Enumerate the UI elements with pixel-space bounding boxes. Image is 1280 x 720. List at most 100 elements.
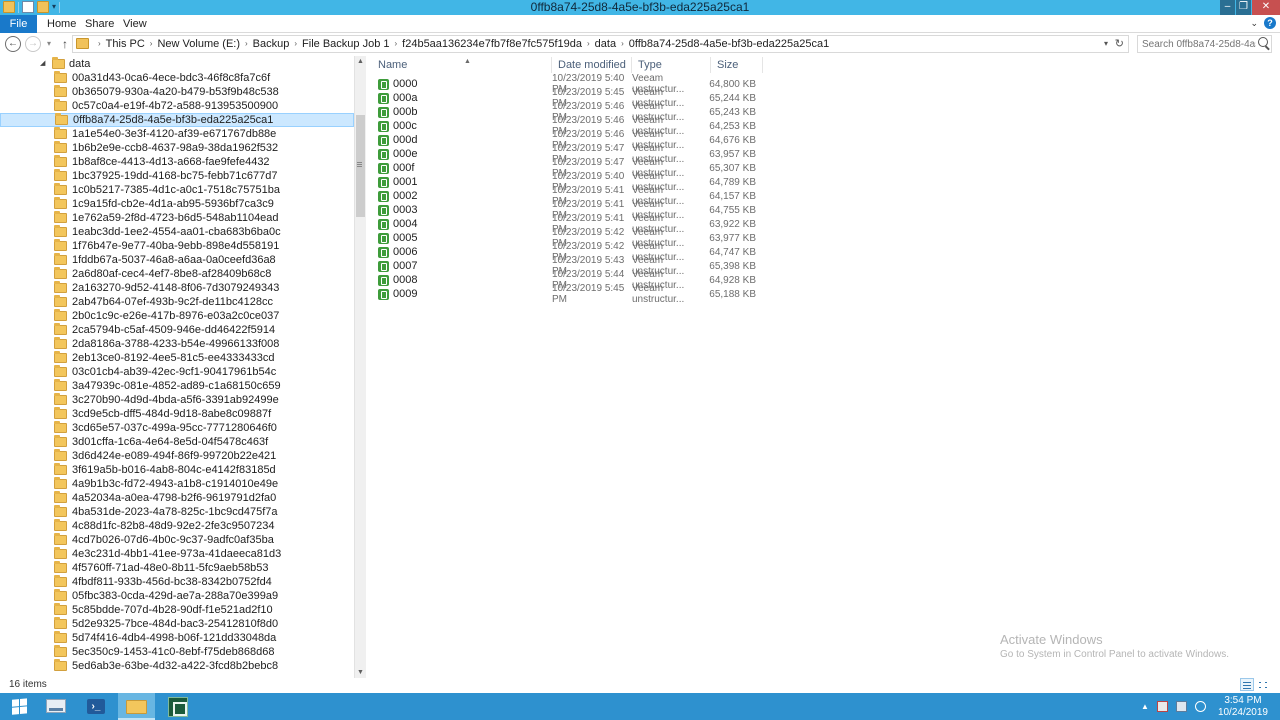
help-icon[interactable]: ?: [1264, 17, 1276, 29]
tree-item-folder[interactable]: 4fbdf811-933b-456d-bc38-8342b0752fd4: [0, 575, 354, 589]
large-icons-view-icon[interactable]: [1256, 678, 1270, 691]
breadcrumb-data[interactable]: data: [595, 36, 616, 52]
tree-item-folder[interactable]: 2a163270-9d52-4148-8f06-7d3079249343: [0, 281, 354, 295]
tab-share[interactable]: Share: [85, 15, 114, 33]
breadcrumb-chevron-icon[interactable]: ›: [389, 36, 402, 52]
network-icon[interactable]: [1156, 701, 1168, 712]
veeam-console-button[interactable]: [160, 693, 197, 720]
breadcrumb-backup[interactable]: Backup: [253, 36, 290, 52]
breadcrumb-chevron-icon[interactable]: ›: [616, 36, 629, 52]
powershell-button[interactable]: ›_: [78, 693, 115, 720]
speaker-icon[interactable]: [1194, 701, 1206, 712]
tree-item-folder[interactable]: 1f76b47e-9e77-40ba-9ebb-898e4d558191: [0, 239, 354, 253]
forward-arrow-icon[interactable]: →: [25, 36, 41, 52]
search-icon[interactable]: [1258, 37, 1268, 47]
close-button[interactable]: ✕: [1252, 0, 1280, 15]
tree-item-folder[interactable]: 5d2e9325-7bce-484d-bac3-25412810f8d0: [0, 617, 354, 631]
tree-item-folder[interactable]: 3c270b90-4d9d-4bda-a5f6-3391ab92499e: [0, 393, 354, 407]
tree-item-folder[interactable]: 4a52034a-a0ea-4798-b2f6-9619791d2fa0: [0, 491, 354, 505]
tree-item-folder[interactable]: 0b365079-930a-4a20-b479-b53f9b48c538: [0, 85, 354, 99]
tree-item-folder[interactable]: 3a47939c-081e-4852-ad89-c1a68150c659: [0, 379, 354, 393]
nav-scrollbar[interactable]: ▲ ▼: [354, 56, 366, 678]
address-dropdown-chevron-icon[interactable]: ▾: [1104, 36, 1108, 52]
scroll-down-arrow-icon[interactable]: ▼: [355, 667, 366, 678]
up-arrow-icon[interactable]: ↑: [57, 36, 73, 52]
search-input[interactable]: [1138, 36, 1256, 52]
scroll-up-arrow-icon[interactable]: ▲: [355, 56, 366, 67]
tree-item-folder[interactable]: 4cd7b026-07d6-4b0c-9c37-9adfc0af35ba: [0, 533, 354, 547]
recent-locations-chevron-icon[interactable]: ▾: [44, 36, 54, 52]
tree-item-folder[interactable]: 3cd65e57-037c-499a-95cc-7771280646f0: [0, 421, 354, 435]
tree-item-folder[interactable]: 2eb13ce0-8192-4ee5-81c5-ee4333433cd: [0, 351, 354, 365]
tree-item-folder[interactable]: 1fddb67a-5037-46a8-a6aa-0a0ceefd36a8: [0, 253, 354, 267]
breadcrumb-job-id[interactable]: f24b5aa136234e7fb7f8e7fc575f19da: [402, 36, 582, 52]
veeam-file-icon: [378, 288, 389, 300]
search-box[interactable]: [1137, 35, 1272, 53]
tree-item-folder[interactable]: 1e762a59-2f8d-4723-b6d5-548ab1104ead: [0, 211, 354, 225]
tree-item-folder[interactable]: 0ffb8a74-25d8-4a5e-bf3b-eda225a25ca1: [0, 113, 354, 127]
tree-item-folder[interactable]: 3d6d424e-e089-494f-86f9-99720b22e421: [0, 449, 354, 463]
breadcrumb-current-folder[interactable]: 0ffb8a74-25d8-4a5e-bf3b-eda225a25ca1: [629, 36, 829, 52]
tree-item-folder[interactable]: 1c0b5217-7385-4d1c-a0c1-7518c75751ba: [0, 183, 354, 197]
breadcrumb-chevron-icon[interactable]: ›: [93, 36, 106, 52]
tree-item-folder[interactable]: 00a31d43-0ca6-4ece-bdc3-46f8c8fa7c6f: [0, 71, 354, 85]
breadcrumb-chevron-icon[interactable]: ›: [145, 36, 158, 52]
tree-item-folder[interactable]: 1b8af8ce-4413-4d13-a668-fae9fefe4432: [0, 155, 354, 169]
breadcrumb-new-volume[interactable]: New Volume (E:): [157, 36, 240, 52]
tree-item-folder[interactable]: 5d74f416-4db4-4998-b06f-121dd33048da: [0, 631, 354, 645]
address-bar[interactable]: › This PC › New Volume (E:) › Backup › F…: [72, 35, 1129, 53]
tree-item-folder[interactable]: 4a9b1b3c-fd72-4943-a1b8-c1914010e49e: [0, 477, 354, 491]
clock[interactable]: 3:54 PM 10/24/2019: [1218, 695, 1268, 719]
expand-ribbon-chevron-icon[interactable]: ⌄: [1250, 18, 1258, 29]
tree-item-folder[interactable]: 2ab47b64-07ef-493b-9c2f-de11bc4128cc: [0, 295, 354, 309]
tree-item-folder[interactable]: 1b6b2e9e-ccb8-4637-98a9-38da1962f532: [0, 141, 354, 155]
tab-view[interactable]: View: [123, 15, 147, 33]
column-header-name[interactable]: Name ▲: [372, 57, 552, 73]
tree-item-folder[interactable]: 5ed6ab3e-63be-4d32-a422-3fcd8b2bebc8: [0, 659, 354, 673]
tree-item-folder[interactable]: 4e3c231d-4bb1-41ee-973a-41daeeca81d3: [0, 547, 354, 561]
file-explorer-button[interactable]: [118, 693, 155, 720]
server-manager-button[interactable]: [38, 693, 75, 720]
minimize-button[interactable]: –: [1220, 0, 1235, 15]
breadcrumb-chevron-icon[interactable]: ›: [289, 36, 302, 52]
tree-item-folder[interactable]: 5ec350c9-1453-41c0-8ebf-f75deb868d68: [0, 645, 354, 659]
column-header-type[interactable]: Type: [632, 57, 711, 73]
breadcrumb-chevron-icon[interactable]: ›: [582, 36, 595, 52]
tree-item-folder[interactable]: 5c85bdde-707d-4b28-90df-f1e521ad2f10: [0, 603, 354, 617]
column-header-size[interactable]: Size: [711, 57, 763, 73]
ribbon-tabs: File Home Share View ⌄ ?: [0, 15, 1280, 33]
breadcrumb-file-backup-job[interactable]: File Backup Job 1: [302, 36, 389, 52]
file-row[interactable]: 0009 10/23/2019 5:45 PM Veeam unstructur..…: [372, 283, 756, 305]
breadcrumb-chevron-icon[interactable]: ›: [240, 36, 253, 52]
collapse-triangle-icon[interactable]: ◢: [40, 57, 48, 71]
tree-item-folder[interactable]: 4f5760ff-71ad-48e0-8b11-5fc9aeb58b53: [0, 561, 354, 575]
action-center-icon[interactable]: [1175, 701, 1187, 712]
tree-item-folder[interactable]: 03c01cb4-ab39-42ec-9cf1-90417961b54c: [0, 365, 354, 379]
tree-item-folder[interactable]: 0c57c0a4-e19f-4b72-a588-913953500900: [0, 99, 354, 113]
tree-item-folder[interactable]: 4ba531de-2023-4a78-825c-1bc9cd475f7a: [0, 505, 354, 519]
tab-file[interactable]: File: [0, 15, 37, 33]
tree-item-folder[interactable]: 3cd9e5cb-dff5-484d-9d18-8abe8c09887f: [0, 407, 354, 421]
tree-item-folder[interactable]: 2b0c1c9c-e26e-417b-8976-e03a2c0ce037: [0, 309, 354, 323]
tree-item-folder[interactable]: 05fbc383-0cda-429d-ae7a-288a70e399a9: [0, 589, 354, 603]
breadcrumb-this-pc[interactable]: This PC: [106, 36, 145, 52]
column-header-date[interactable]: Date modified: [552, 57, 632, 73]
refresh-icon[interactable]: ↻: [1115, 36, 1124, 52]
tree-item-folder[interactable]: 1a1e54e0-3e3f-4120-af39-e671767db88e: [0, 127, 354, 141]
tree-item-folder[interactable]: 4c88d1fc-82b8-48d9-92e2-2fe3c9507234: [0, 519, 354, 533]
tree-root-data[interactable]: ◢ data: [40, 57, 90, 71]
tree-item-folder[interactable]: 2ca5794b-c5af-4509-946e-dd46422f5914: [0, 323, 354, 337]
tree-item-folder[interactable]: 2a6d80af-cec4-4ef7-8be8-af28409b68c8: [0, 267, 354, 281]
tree-item-folder[interactable]: 1bc37925-19dd-4168-bc75-febb71c677d7: [0, 169, 354, 183]
back-arrow-icon[interactable]: ←: [5, 36, 21, 52]
details-view-icon[interactable]: [1240, 678, 1254, 691]
maximize-button[interactable]: ❐: [1236, 0, 1251, 15]
tree-item-folder[interactable]: 3f619a5b-b016-4ab8-804c-e4142f83185d: [0, 463, 354, 477]
tree-item-folder[interactable]: 2da8186a-3788-4233-b54e-49966133f008: [0, 337, 354, 351]
tree-item-folder[interactable]: 1eabc3dd-1ee2-4554-aa01-cba683b6ba0c: [0, 225, 354, 239]
tree-item-folder[interactable]: 1c9a15fd-cb2e-4d1a-ab95-5936bf7ca3c9: [0, 197, 354, 211]
tree-item-folder[interactable]: 3d01cffa-1c6a-4e64-8e5d-04f5478c463f: [0, 435, 354, 449]
show-hidden-icons-icon[interactable]: ▲: [1141, 702, 1149, 711]
start-button[interactable]: [5, 693, 42, 720]
tab-home[interactable]: Home: [47, 15, 76, 33]
